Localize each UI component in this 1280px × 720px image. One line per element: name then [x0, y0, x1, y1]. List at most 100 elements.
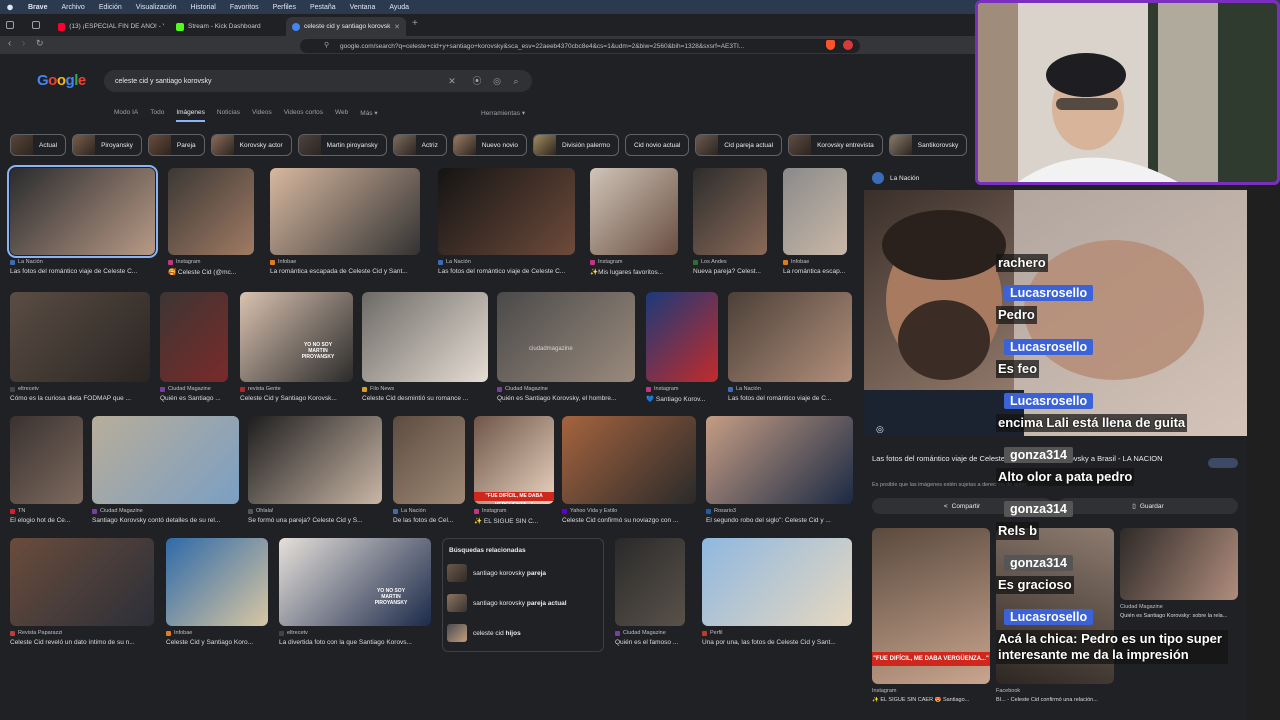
result-thumbnail[interactable] — [7, 165, 158, 258]
result-title[interactable]: ✨ EL SIGUE SIN C... — [474, 517, 554, 525]
result-thumbnail[interactable] — [728, 292, 852, 382]
image-result[interactable]: "FUE DIFÍCIL, ME DABA VERGÜENZA..." Insta… — [474, 416, 554, 536]
result-thumbnail[interactable]: "FUE DIFÍCIL, ME DABA VERGÜENZA..." — [474, 416, 554, 504]
result-thumbnail[interactable] — [562, 416, 696, 504]
image-result[interactable]: Perfil Una por una, las fotos de Celeste … — [702, 538, 852, 658]
forward-icon[interactable]: › — [22, 38, 25, 49]
result-title[interactable]: Cómo es la curiosa dieta FODMAP que ... — [10, 395, 150, 402]
image-result[interactable]: La Nación Las fotos del romántico viaje d… — [7, 165, 158, 287]
result-title[interactable]: Una por una, las fotos de Celeste Cid y … — [702, 639, 852, 646]
result-thumbnail[interactable] — [270, 168, 420, 255]
result-title[interactable]: El elogio hot de Ce... — [10, 517, 83, 524]
result-thumbnail[interactable]: ciudadmagazine — [497, 292, 635, 382]
chip-actriz[interactable]: Actriz — [392, 134, 447, 156]
result-thumbnail[interactable] — [590, 168, 678, 255]
image-result[interactable]: La Nación Las fotos del romántico viaje d… — [438, 168, 575, 287]
lens-icon[interactable]: ◎ — [492, 76, 502, 86]
tab-videos[interactable]: Videos — [252, 109, 272, 122]
image-result[interactable]: Instagram ✨Mis lugares favoritos... — [590, 168, 678, 287]
result-thumbnail[interactable] — [160, 292, 228, 382]
image-result[interactable]: TN El elogio hot de Ce... — [10, 416, 83, 536]
image-result[interactable]: YO NO SOY MARTIN PIROYANSKY eltrecetv La d… — [279, 538, 431, 658]
chip-martin-piroyansky[interactable]: Martin piroyansky — [297, 134, 387, 156]
image-result[interactable]: eltrecetv Cómo es la curiosa dieta FODMAP… — [10, 292, 150, 414]
result-title[interactable]: Quién es Santiago Korovsky, el hombre... — [497, 395, 635, 402]
chip-korovsky-entrevista[interactable]: Korovsky entrevista — [788, 134, 883, 156]
result-title[interactable]: Celeste Cid confirmó su noviazgo con ... — [562, 517, 696, 524]
image-result[interactable]: La Nación Las fotos del romántico viaje d… — [728, 292, 852, 414]
result-thumbnail[interactable] — [783, 168, 847, 255]
result-thumbnail[interactable] — [693, 168, 767, 255]
result-title[interactable]: El segundo robo del siglo": Celeste Cid … — [706, 517, 853, 524]
back-icon[interactable]: ‹ — [8, 38, 11, 49]
image-result[interactable]: Ciudad Magazine Quién es Santiago ... — [160, 292, 228, 414]
chip-actual[interactable]: Actual — [10, 134, 67, 156]
search-icon[interactable]: ⌕ — [511, 76, 521, 86]
result-title[interactable]: Quién es Santiago ... — [160, 395, 228, 402]
menu-pestana[interactable]: Pestaña — [310, 4, 336, 11]
lens-search-icon[interactable]: ◎ — [876, 424, 884, 435]
image-result[interactable]: Revista Paparazzi Celeste Cid reveló un d… — [10, 538, 154, 658]
tab-youtube[interactable]: (13) ¡ESPECIAL FIN DE AÑO! - You — [52, 17, 170, 36]
result-thumbnail[interactable] — [248, 416, 382, 504]
result-title[interactable]: Las fotos del romántico viaje de Celeste… — [10, 268, 155, 275]
tab-mas[interactable]: Más ▾ — [360, 109, 377, 122]
close-tab-icon[interactable]: ✕ — [394, 23, 400, 31]
result-title[interactable]: La divertida foto con la que Santiago Ko… — [279, 639, 431, 646]
tab-noticias[interactable]: Noticias — [217, 109, 240, 122]
result-thumbnail[interactable] — [706, 416, 853, 504]
search-input[interactable]: celeste cid y santiago korovsky ✕ ⦿ ◎ ⌕ — [104, 70, 532, 92]
result-title[interactable]: Las fotos del romántico viaje de C... — [728, 395, 852, 402]
menu-perfiles[interactable]: Perfiles — [273, 4, 296, 11]
result-thumbnail[interactable] — [92, 416, 239, 504]
tab-kick[interactable]: Stream - Kick Dashboard — [170, 17, 288, 36]
image-result[interactable]: Infobae La romántica escapada de Celeste … — [270, 168, 420, 287]
preview-source[interactable]: La Nación — [872, 172, 919, 184]
image-result[interactable]: Infobae Celeste Cid y Santiago Koro... — [166, 538, 268, 658]
google-logo[interactable]: Google — [37, 72, 86, 89]
image-result[interactable]: YO NO SOY MARTIN PIROYANSKY revista Gente… — [240, 292, 353, 414]
brave-shield-icon[interactable] — [826, 40, 835, 50]
result-thumbnail[interactable]: YO NO SOY MARTIN PIROYANSKY — [240, 292, 353, 382]
result-title[interactable]: La romántica escapada de Celeste Cid y S… — [270, 268, 420, 275]
chip-piroyansky[interactable]: Piroyansky — [72, 134, 142, 156]
tab-google-active[interactable]: celeste cid y santiago korovsk ✕ — [286, 17, 406, 36]
menu-archivo[interactable]: Archivo — [61, 4, 84, 11]
tab-videos-cortos[interactable]: Videos cortos — [284, 109, 323, 122]
chip-división-palermo[interactable]: División palermo — [533, 134, 620, 156]
menu-visualizacion[interactable]: Visualización — [136, 4, 177, 11]
related-search-item[interactable]: santiago korovsky pareja actual — [447, 593, 567, 613]
tab-web[interactable]: Web — [335, 109, 348, 122]
result-title[interactable]: Celeste Cid y Santiago Koro... — [166, 639, 268, 646]
chip-cid-novio-actual[interactable]: Cid novio actual — [625, 134, 690, 156]
result-thumbnail[interactable] — [702, 538, 852, 626]
tab-todo[interactable]: Todo — [150, 109, 164, 122]
sidebar-toggle-icon[interactable] — [6, 21, 14, 29]
chip-pareja[interactable]: Pareja — [147, 134, 205, 156]
menu-ventana[interactable]: Ventana — [350, 4, 376, 11]
result-title[interactable]: Celeste Cid y Santiago Korovsk... — [240, 395, 353, 402]
apple-icon[interactable] — [6, 3, 14, 11]
image-result[interactable]: Ohlala! Se formó una pareja? Celeste Cid … — [248, 416, 382, 536]
result-title[interactable]: 🥰 Celeste Cid (@mc... — [168, 268, 254, 276]
tab-search-icon[interactable] — [32, 21, 40, 29]
image-result[interactable]: ciudadmagazine Ciudad Magazine Quién es Sa… — [497, 292, 635, 414]
result-title[interactable]: Celeste Cid reveló un dato íntimo de su … — [10, 639, 154, 646]
image-result[interactable]: La Nación De las fotos de Cel... — [393, 416, 465, 536]
menu-edicion[interactable]: Edición — [99, 4, 122, 11]
menu-ayuda[interactable]: Ayuda — [389, 4, 409, 11]
result-thumbnail[interactable] — [10, 292, 150, 382]
image-result[interactable]: Rosario3 El segundo robo del siglo": Cele… — [706, 416, 853, 536]
tools-button[interactable]: Herramientas ▾ — [481, 109, 525, 117]
address-bar[interactable]: ⚲ google.com/search?q=celeste+cid+y+sant… — [300, 39, 860, 53]
result-thumbnail[interactable] — [168, 168, 254, 255]
image-result[interactable]: Ciudad Magazine Quién es el famoso ... — [615, 538, 685, 658]
result-thumbnail[interactable] — [10, 538, 154, 626]
result-title[interactable]: Nueva pareja? Celest... — [693, 268, 767, 275]
result-thumbnail[interactable] — [393, 416, 465, 504]
preview-thumbnail[interactable]: "FUE DIFÍCIL, ME DABA VERGÜENZA..." — [872, 528, 990, 684]
chip-nuevo-novio[interactable]: Nuevo novio — [452, 134, 527, 156]
result-title[interactable]: Las fotos del romántico viaje de Celeste… — [438, 268, 575, 275]
result-thumbnail[interactable] — [166, 538, 268, 626]
menu-brave[interactable]: Brave — [28, 4, 47, 11]
